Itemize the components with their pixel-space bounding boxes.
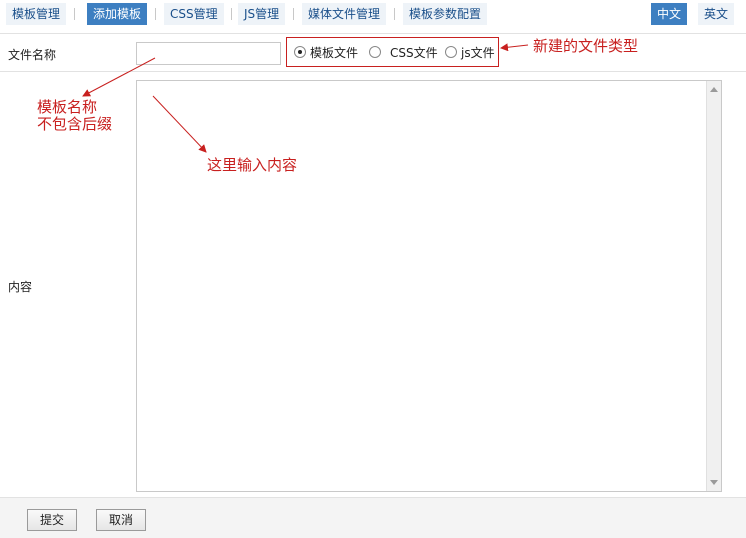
divider [0,71,746,72]
content-scrollbar[interactable] [706,81,721,491]
tab-separator [74,8,75,20]
tab-separator [394,8,395,20]
arrow-to-file-type [500,43,529,52]
tab-js-manage[interactable]: JS管理 [238,3,286,25]
tab-separator [293,8,294,20]
file-name-label: 文件名称 [8,48,57,62]
tab-media-manage[interactable]: 媒体文件管理 [302,3,387,25]
radio-js-file-label[interactable]: js文件 [461,46,495,60]
radio-template-file[interactable] [294,46,306,58]
lang-en-button[interactable]: 英文 [698,3,735,25]
form-footer: 提交 取消 [0,497,746,538]
tab-add-template[interactable]: 添加模板 [87,3,148,25]
divider [0,33,746,34]
tab-css-manage[interactable]: CSS管理 [164,3,224,25]
scroll-down-icon[interactable] [710,480,718,485]
top-tab-bar: 模板管理 添加模板 CSS管理 JS管理 媒体文件管理 模板参数配置 中文 英文 [0,0,746,30]
radio-template-file-label[interactable]: 模板文件 [310,46,358,60]
tab-template-manage[interactable]: 模板管理 [6,3,67,25]
radio-js-file[interactable] [445,46,457,58]
file-name-input[interactable] [136,42,281,65]
tab-separator [155,8,156,20]
tab-template-params[interactable]: 模板参数配置 [403,3,488,25]
tab-separator [231,8,232,20]
submit-button[interactable]: 提交 [27,509,77,531]
annotation-content: 这里输入内容 [207,156,298,174]
content-label: 内容 [8,280,33,294]
radio-css-file[interactable] [369,46,381,58]
radio-css-file-label[interactable]: CSS文件 [390,46,438,60]
cancel-button[interactable]: 取消 [96,509,146,531]
annotation-name-line2: 不包含后缀 [37,115,113,133]
scroll-up-icon[interactable] [710,87,718,92]
annotation-file-type: 新建的文件类型 [533,37,639,55]
lang-zh-button[interactable]: 中文 [651,3,688,25]
annotation-name-line1: 模板名称 [37,98,98,116]
file-type-radio-group: 模板文件 CSS文件 js文件 [286,37,499,67]
content-textarea[interactable] [136,80,722,492]
